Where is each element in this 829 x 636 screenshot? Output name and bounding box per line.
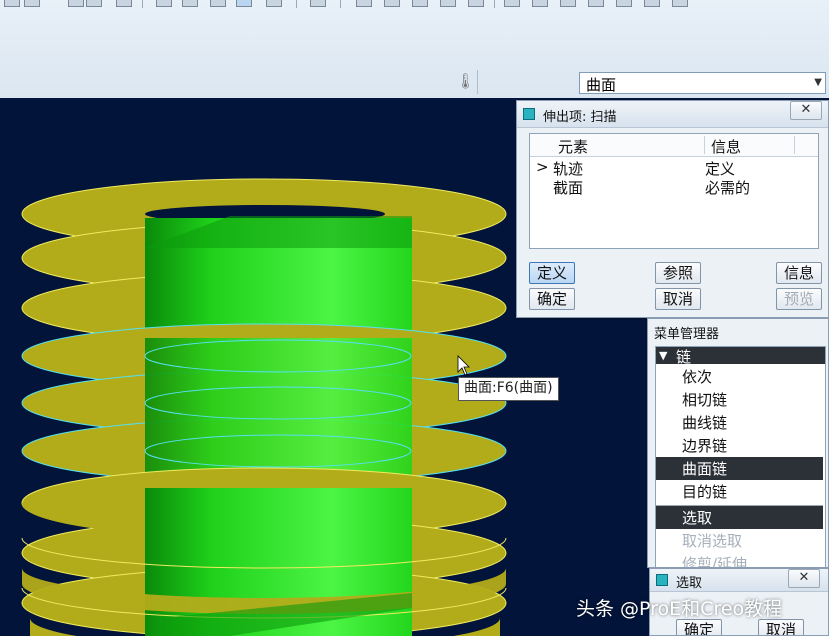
menu-item-tangent-chain[interactable]: 相切链 <box>656 388 823 411</box>
select-ok-button[interactable]: 确定 <box>676 619 722 635</box>
column-divider <box>794 136 795 154</box>
dialog-title: 伸出项: 扫描 <box>543 110 617 125</box>
menu-item-boundary-chain[interactable]: 边界链 <box>656 434 823 457</box>
dialog-icon <box>523 108 535 120</box>
list-header: 元素 信息 <box>530 134 818 157</box>
tool-icon[interactable] <box>68 0 84 7</box>
cylinder-body-overlay <box>145 338 412 488</box>
collapse-triangle-icon[interactable]: ▼ <box>659 347 667 364</box>
tool-icon[interactable] <box>616 0 632 7</box>
tool-icon[interactable] <box>86 0 102 7</box>
toolbar-separator <box>142 0 143 8</box>
reference-button[interactable]: 参照 <box>655 262 701 284</box>
dialog-titlebar[interactable]: 伸出项: 扫描 <box>517 101 828 128</box>
dialog-title: 选取 <box>676 576 703 591</box>
tool-icon[interactable] <box>504 0 520 7</box>
menu-item-surface-chain[interactable]: 曲面链 <box>656 457 823 480</box>
tool-icon[interactable] <box>356 0 372 7</box>
info-button[interactable]: 信息 <box>776 262 822 284</box>
define-button[interactable]: 定义 <box>529 262 575 284</box>
watermark: 头条 @ProE和Creo教程 <box>576 598 783 620</box>
thermometer-icon[interactable]: 🌡 <box>456 72 475 90</box>
select-cancel-button[interactable]: 取消 <box>758 619 804 635</box>
preview-button[interactable]: 预览 <box>776 288 822 310</box>
toolbar: 🌡 曲面 ▼ <box>0 0 829 98</box>
close-icon: ✕ <box>800 102 812 117</box>
cancel-button[interactable]: 取消 <box>655 288 701 310</box>
current-row-marker: > <box>536 158 549 176</box>
column-header-element: 元素 <box>558 138 589 156</box>
tool-icon[interactable] <box>236 0 252 7</box>
menu-item-select[interactable]: 选取 <box>656 506 823 529</box>
selection-filter-dropdown[interactable]: 曲面 ▼ <box>579 72 826 94</box>
menu-manager-title: 菜单管理器 <box>654 327 720 342</box>
menu-item-unselect[interactable]: 取消选取 <box>656 529 823 552</box>
tool-icon[interactable] <box>644 0 660 7</box>
hover-tooltip: 曲面:F6(曲面) <box>458 377 559 401</box>
toolbar-separator <box>296 0 297 8</box>
sweep-feature-dialog: 伸出项: 扫描 ✕ 元素 信息 > 轨迹 定义 截面 必需的 定义 参照 信息 … <box>516 100 829 318</box>
tool-icon[interactable] <box>440 0 456 7</box>
menu-item-one-by-one[interactable]: 依次 <box>656 365 823 388</box>
menu-item-trim-extend[interactable]: 修剪/延伸 <box>656 552 823 567</box>
ok-button[interactable]: 确定 <box>529 288 575 310</box>
column-divider <box>704 136 705 154</box>
list-row-section[interactable]: 截面 必需的 <box>530 177 818 197</box>
row-info: 必需的 <box>705 179 751 197</box>
dialog-icon <box>656 574 668 586</box>
menu-item-curve-chain[interactable]: 曲线链 <box>656 411 823 434</box>
tool-icon[interactable] <box>4 0 20 7</box>
tool-icon[interactable] <box>310 0 326 7</box>
column-header-info: 信息 <box>711 138 742 156</box>
toolbar-separator <box>494 0 495 8</box>
row-element: 截面 <box>553 179 584 197</box>
tool-icon[interactable] <box>116 0 132 7</box>
chevron-down-icon[interactable]: ▼ <box>814 77 822 88</box>
tool-icon[interactable] <box>560 0 576 7</box>
tool-icon[interactable] <box>588 0 604 7</box>
tool-icon[interactable] <box>182 0 198 7</box>
menu-item-intent-chain[interactable]: 目的链 <box>656 480 823 503</box>
tool-icon[interactable] <box>412 0 428 7</box>
close-button[interactable]: ✕ <box>788 569 820 588</box>
tool-icon[interactable] <box>210 0 226 7</box>
row-info: 定义 <box>705 160 736 178</box>
tool-icon[interactable] <box>672 0 688 7</box>
list-row-trajectory[interactable]: > 轨迹 定义 <box>530 158 818 178</box>
toolbar-separator <box>340 0 341 8</box>
tool-icon[interactable] <box>24 0 40 7</box>
element-list[interactable]: 元素 信息 > 轨迹 定义 截面 必需的 <box>529 133 819 249</box>
tool-icon[interactable] <box>532 0 548 7</box>
toolbar-separator <box>477 70 478 94</box>
tool-icon[interactable] <box>266 0 282 7</box>
tool-icon[interactable] <box>468 0 484 7</box>
row-element: 轨迹 <box>553 160 584 178</box>
chain-menu: ▼ 链 依次 相切链 曲线链 边界链 曲面链 目的链 选取 取消选取 修剪/延伸 <box>655 346 826 567</box>
close-button[interactable]: ✕ <box>790 101 822 120</box>
tool-icon[interactable] <box>156 0 172 7</box>
menu-manager: 菜单管理器 ▼ 链 依次 相切链 曲线链 边界链 曲面链 目的链 选取 取消选取… <box>647 318 829 568</box>
tool-icon[interactable] <box>384 0 400 7</box>
close-icon: ✕ <box>798 570 810 585</box>
menu-section-chain[interactable]: ▼ 链 <box>656 347 825 366</box>
selection-filter-value: 曲面 <box>586 76 617 94</box>
